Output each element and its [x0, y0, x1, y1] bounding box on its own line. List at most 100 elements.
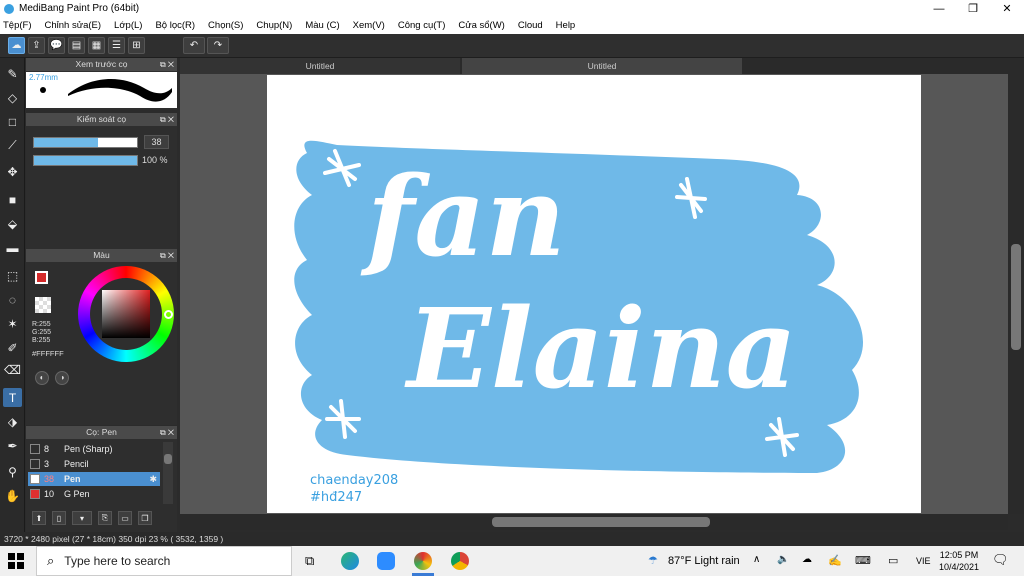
- zoom-icon[interactable]: [377, 552, 395, 570]
- keyboard-icon[interactable]: ⌨: [855, 554, 871, 567]
- eraser-tool-icon[interactable]: ◇: [3, 88, 22, 107]
- taskbar: ⌕ Type here to search ⧉ ☂ 87°F Light rai…: [0, 546, 1024, 576]
- notification-icon[interactable]: 🗨: [992, 552, 1009, 568]
- list-icon[interactable]: ☰: [108, 37, 125, 54]
- artwork: fan Elaina chaenday208 #hđ247: [294, 140, 864, 505]
- task-view-icon[interactable]: ⧉: [305, 553, 314, 569]
- brush-list-scrollbar[interactable]: [163, 442, 173, 504]
- menu-cloud[interactable]: Cloud: [518, 20, 543, 31]
- horizontal-scroll-thumb[interactable]: [492, 517, 710, 527]
- select-tool-icon[interactable]: ⬚: [3, 266, 22, 285]
- menu-help[interactable]: Help: [556, 20, 576, 31]
- taskbar-search-box[interactable]: ⌕ Type here to search: [36, 546, 292, 576]
- select-eraser-tool-icon[interactable]: ⌫: [3, 360, 22, 379]
- menu-snap[interactable]: Chụp(N): [256, 20, 292, 31]
- palette-add-icon[interactable]: ◑: [55, 371, 69, 385]
- brush-tool-icon[interactable]: ✎: [3, 64, 22, 83]
- art-text-line2: Elaina: [404, 284, 797, 413]
- display-icon[interactable]: ▭: [888, 554, 898, 567]
- text-tool-icon[interactable]: T: [3, 388, 22, 407]
- menu-edit[interactable]: Chỉnh sửa(E): [45, 20, 102, 31]
- add-brush-icon[interactable]: ⬆: [32, 511, 46, 525]
- vertical-scroll-thumb[interactable]: [1011, 244, 1021, 350]
- drawing-canvas[interactable]: fan Elaina chaenday208 #hđ247: [267, 75, 921, 513]
- transparent-color-swatch[interactable]: [35, 297, 51, 313]
- redo-icon[interactable]: ↷: [207, 37, 229, 54]
- select-pen-tool-icon[interactable]: ✐: [3, 338, 22, 357]
- minimize-button[interactable]: —: [922, 0, 956, 17]
- comment-icon[interactable]: 💬: [48, 37, 65, 54]
- status-bar: 3720 * 2480 pixel (27 * 18cm) 350 dpi 23…: [0, 532, 1024, 546]
- folder-icon[interactable]: ▭: [118, 511, 132, 525]
- magic-wand-tool-icon[interactable]: ✶: [3, 314, 22, 333]
- panel-close-icon[interactable]: ⧉ ✕: [160, 113, 174, 126]
- new-brush-icon[interactable]: ▯: [52, 511, 66, 525]
- opacity-slider[interactable]: [33, 155, 138, 166]
- green-value: G:255: [32, 329, 52, 336]
- menu-layer[interactable]: Lớp(L): [114, 20, 142, 31]
- windows-start-icon[interactable]: [8, 553, 24, 569]
- undo-icon[interactable]: ↶: [183, 37, 205, 54]
- cloud-icon[interactable]: ☁: [8, 37, 25, 54]
- menu-filter[interactable]: Bộ lọc(R): [155, 20, 195, 31]
- operation-tool-icon[interactable]: ⬗: [3, 412, 22, 431]
- tool-bar: ✎ ◇ □ ⟋ ✥ ■ ⬙ ▬ ⬚ ◌ ✶ ✐ ⌫ T ⬗ ✒ ⚲ ✋: [0, 58, 25, 532]
- brush-item[interactable]: 10 G Pen: [28, 487, 175, 501]
- fill-rect-tool-icon[interactable]: ■: [3, 190, 22, 209]
- menu-select[interactable]: Chọn(S): [208, 20, 243, 31]
- opacity-value: 100 %: [142, 155, 168, 165]
- hand-tool-icon[interactable]: ✋: [3, 486, 22, 505]
- hue-ring[interactable]: [78, 266, 174, 362]
- tab-untitled-2[interactable]: Untitled: [462, 58, 742, 74]
- size-value[interactable]: 38: [144, 135, 169, 149]
- panel-close-icon[interactable]: ⧉ ✕: [160, 426, 174, 439]
- duplicate-icon[interactable]: ❐: [138, 511, 152, 525]
- hue-marker[interactable]: [164, 310, 173, 319]
- pen-workspace-icon[interactable]: ✍: [828, 554, 842, 567]
- horizontal-scrollbar[interactable]: [180, 514, 1008, 530]
- palette-icon[interactable]: ◐: [35, 371, 49, 385]
- bucket-tool-icon[interactable]: ⬙: [3, 214, 22, 233]
- clock-date: 10/4/2021: [938, 562, 980, 572]
- menu-color[interactable]: Màu (C): [305, 20, 339, 31]
- brush-menu-icon[interactable]: ▾: [72, 511, 92, 525]
- menu-tools[interactable]: Công cụ(T): [398, 20, 446, 31]
- close-button[interactable]: ✕: [990, 0, 1024, 17]
- menu-window[interactable]: Cửa sổ(W): [458, 20, 504, 31]
- rect-tool-icon[interactable]: □: [3, 112, 22, 131]
- chevron-up-icon[interactable]: ∧: [753, 554, 760, 565]
- panel-close-icon[interactable]: ⧉ ✕: [160, 58, 174, 71]
- brush-item-selected[interactable]: 38 Pen ✱: [28, 472, 160, 486]
- lasso-tool-icon[interactable]: ◌: [3, 290, 22, 309]
- chrome-icon[interactable]: [451, 552, 469, 570]
- line-tool-icon[interactable]: ⟋: [3, 136, 22, 155]
- edge-icon[interactable]: [341, 552, 359, 570]
- tab-untitled-1[interactable]: Untitled: [180, 58, 460, 74]
- copy-brush-icon[interactable]: ⎘: [98, 511, 112, 525]
- eyedropper-tool-icon[interactable]: ⚲: [3, 462, 22, 481]
- menu-view[interactable]: Xem(V): [353, 20, 385, 31]
- maximize-button[interactable]: ❐: [956, 0, 990, 17]
- saturation-square[interactable]: [102, 290, 150, 338]
- document-icon[interactable]: ▦: [88, 37, 105, 54]
- size-slider[interactable]: [33, 137, 138, 148]
- vertical-scrollbar[interactable]: [1008, 74, 1024, 514]
- language-indicator[interactable]: VIE: [916, 556, 931, 566]
- move-tool-icon[interactable]: ✥: [3, 162, 22, 181]
- share-icon[interactable]: ⇪: [28, 37, 45, 54]
- pen-tool-icon[interactable]: ✒: [3, 436, 22, 455]
- weather-text[interactable]: 87°F Light rain: [668, 555, 740, 567]
- message-icon[interactable]: ▤: [68, 37, 85, 54]
- brush-item[interactable]: 3 Pencil: [28, 457, 175, 471]
- gradient-tool-icon[interactable]: ▬: [3, 238, 22, 257]
- clock[interactable]: 12:05 PM 10/4/2021: [934, 549, 984, 573]
- menu-file[interactable]: Tệp(F): [3, 20, 32, 31]
- brush-item[interactable]: 8 Pen (Sharp): [28, 442, 175, 456]
- foreground-color-swatch[interactable]: [35, 271, 48, 284]
- panel-close-icon[interactable]: ⧉ ✕: [160, 249, 174, 262]
- gear-icon[interactable]: ✱: [149, 472, 157, 486]
- volume-icon[interactable]: 🔈: [777, 554, 789, 565]
- onedrive-icon[interactable]: ☁: [802, 554, 812, 565]
- medibang-icon[interactable]: [414, 552, 432, 570]
- grid-icon[interactable]: ⊞: [128, 37, 145, 54]
